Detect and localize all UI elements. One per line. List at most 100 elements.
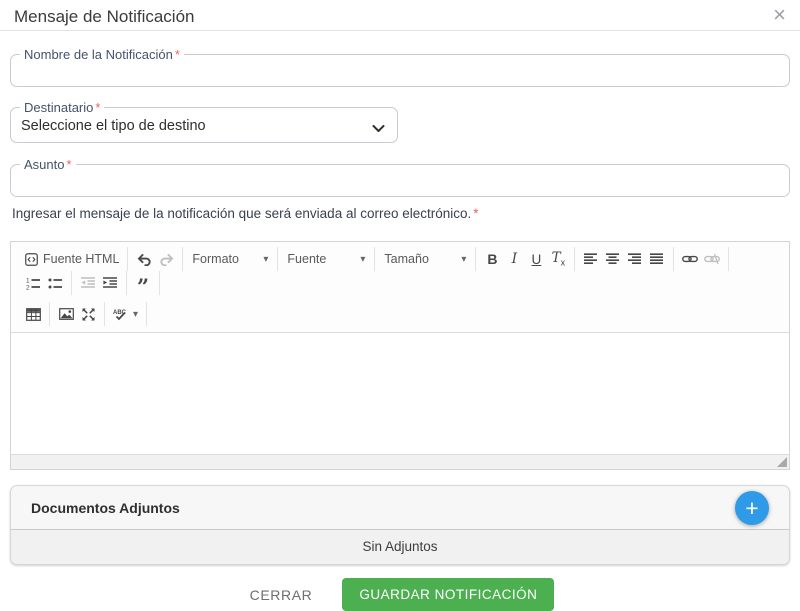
recipient-select[interactable]: Seleccione el tipo de destino xyxy=(19,115,389,139)
redo-button[interactable] xyxy=(155,248,177,270)
close-icon[interactable]: × xyxy=(771,4,788,26)
outdent-icon xyxy=(80,277,96,289)
italic-button[interactable]: I xyxy=(503,248,525,270)
underline-button[interactable]: U xyxy=(525,248,547,270)
toolbar-group-table xyxy=(17,302,50,326)
indent-button[interactable] xyxy=(99,272,121,294)
ordered-list-button[interactable]: 12 xyxy=(22,272,44,294)
underline-icon: U xyxy=(531,251,542,267)
outdent-button[interactable] xyxy=(77,272,99,294)
required-asterisk: * xyxy=(174,47,180,62)
toolbar-group-links xyxy=(674,247,730,271)
attachments-header: Documentos Adjuntos + xyxy=(11,486,789,529)
caret-down-icon: ▾ xyxy=(133,308,139,320)
blockquote-button[interactable]: ” xyxy=(132,272,154,299)
attachments-title: Documentos Adjuntos xyxy=(31,499,180,516)
toolbar-group-format: Formato ▾ xyxy=(183,247,279,271)
bulleted-list-button[interactable] xyxy=(44,272,66,294)
recipient-field: Destinatario * Seleccione el tipo de dest… xyxy=(10,100,398,143)
subject-input[interactable] xyxy=(19,172,781,193)
required-asterisk: * xyxy=(95,100,101,115)
table-icon xyxy=(25,307,41,321)
size-combo[interactable]: Tamaño ▾ xyxy=(380,248,470,270)
unlink-button[interactable] xyxy=(701,248,723,270)
italic-icon: I xyxy=(511,251,518,267)
svg-text:2: 2 xyxy=(26,284,30,290)
image-button[interactable] xyxy=(55,303,77,325)
modal-header: Mensaje de Notificación × xyxy=(0,0,800,31)
attachments-card: Documentos Adjuntos + Sin Adjuntos xyxy=(10,485,790,565)
align-left-icon xyxy=(584,253,598,265)
add-attachment-button[interactable]: + xyxy=(735,490,769,525)
redo-icon xyxy=(159,253,174,266)
toolbar-group-spellcheck: ABC ▾ xyxy=(105,302,148,326)
align-center-button[interactable] xyxy=(602,248,624,270)
close-button[interactable]: CERRAR xyxy=(246,581,317,609)
source-button[interactable]: Fuente HTML xyxy=(22,248,122,270)
toolbar-group-lists: 12 xyxy=(17,271,72,295)
link-button[interactable] xyxy=(679,248,701,270)
format-combo[interactable]: Formato ▾ xyxy=(188,248,272,270)
bulleted-list-icon xyxy=(48,277,63,290)
notification-name-input[interactable] xyxy=(19,62,781,83)
editor-toolbar: Fuente HTML Formato ▾ Fuente ▾ Tamaño ▾ … xyxy=(11,242,789,333)
toolbar-group-basicstyles: B I U Tx xyxy=(476,247,576,271)
modal-actions: CERRAR GUARDAR NOTIFICACIÓN xyxy=(10,578,790,611)
page-title: Mensaje de Notificación xyxy=(14,7,195,26)
align-right-button[interactable] xyxy=(624,248,646,270)
spellcheck-icon: ABC xyxy=(113,308,129,321)
indent-icon xyxy=(102,277,118,289)
maximize-button[interactable] xyxy=(77,303,99,325)
image-icon xyxy=(58,308,74,320)
bold-icon: B xyxy=(487,251,498,267)
recipient-label: Destinatario * xyxy=(24,100,101,115)
toolbar-row-break xyxy=(17,295,783,302)
required-asterisk: * xyxy=(473,206,479,221)
justify-icon xyxy=(650,253,664,265)
spellcheck-button[interactable]: ABC ▾ xyxy=(110,303,141,325)
ordered-list-icon: 12 xyxy=(26,277,41,290)
font-combo[interactable]: Fuente ▾ xyxy=(283,248,369,270)
subject-label: Asunto * xyxy=(24,157,72,172)
resize-handle[interactable] xyxy=(777,457,787,467)
toolbar-group-align xyxy=(575,247,675,271)
toolbar-group-history xyxy=(128,247,184,271)
caret-down-icon: ▾ xyxy=(461,253,467,265)
remove-format-button[interactable]: Tx xyxy=(547,248,569,270)
table-button[interactable] xyxy=(22,303,44,325)
toolbar-group-media xyxy=(50,302,105,326)
toolbar-group-source: Fuente HTML xyxy=(17,247,129,271)
notification-name-label: Nombre de la Notificación * xyxy=(24,47,180,62)
toolbar-group-quote: ” xyxy=(127,271,160,299)
unlink-icon xyxy=(704,253,721,265)
editor-content[interactable] xyxy=(11,333,789,454)
notification-name-field: Nombre de la Notificación * xyxy=(10,47,790,87)
svg-text:1: 1 xyxy=(26,277,30,284)
message-hint: Ingresar el mensaje de la notificación q… xyxy=(12,206,479,221)
undo-icon xyxy=(137,253,152,266)
toolbar-group-font: Fuente ▾ xyxy=(278,247,376,271)
no-attachments-row: Sin Adjuntos xyxy=(11,530,789,564)
align-left-button[interactable] xyxy=(580,248,602,270)
bold-button[interactable]: B xyxy=(481,248,503,270)
save-notification-button[interactable]: GUARDAR NOTIFICACIÓN xyxy=(342,578,555,611)
link-icon xyxy=(682,254,699,264)
required-asterisk: * xyxy=(66,157,72,172)
source-code-icon xyxy=(25,252,38,266)
toolbar-group-indent xyxy=(72,271,127,295)
undo-button[interactable] xyxy=(133,248,155,270)
rich-text-editor: Fuente HTML Formato ▾ Fuente ▾ Tamaño ▾ … xyxy=(10,241,790,470)
maximize-icon xyxy=(82,308,95,321)
remove-format-icon: Tx xyxy=(551,250,566,268)
editor-footer xyxy=(11,454,789,469)
source-label: Fuente HTML xyxy=(43,252,120,266)
align-right-icon xyxy=(628,253,642,265)
subject-field: Asunto * xyxy=(10,157,790,197)
justify-button[interactable] xyxy=(646,248,668,270)
caret-down-icon: ▾ xyxy=(263,253,269,265)
align-center-icon xyxy=(606,253,620,265)
caret-down-icon: ▾ xyxy=(360,253,366,265)
toolbar-group-size: Tamaño ▾ xyxy=(375,247,477,271)
modal-body: Nombre de la Notificación * Destinatario *… xyxy=(0,47,800,611)
blockquote-icon: ” xyxy=(136,274,150,299)
